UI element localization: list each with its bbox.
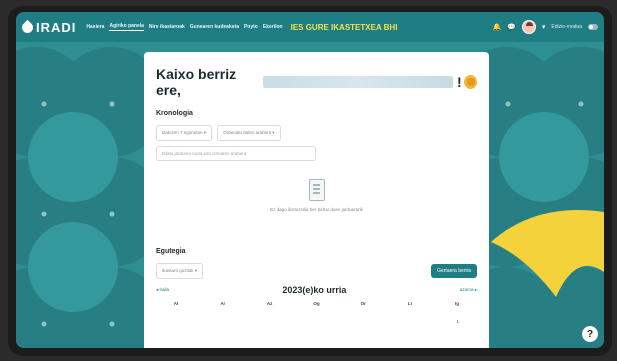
notification-bell-icon[interactable]: 🔔	[492, 23, 501, 31]
nav-item-ekerilon[interactable]: Ekerilon	[263, 24, 283, 30]
school-name[interactable]: IES GURE IKASTETXEA BHI	[291, 23, 398, 32]
user-avatar[interactable]	[521, 20, 536, 34]
device-frame: IRADI Hasiera Agiriko panela Nire ikasta…	[8, 6, 612, 356]
navbar-right: 🔔 💬 ▾ Edizio-modua	[492, 20, 598, 34]
nav-item-poyto[interactable]: Poyto	[244, 24, 258, 30]
weekday-label: Or	[360, 301, 366, 306]
welcome-suffix: !	[457, 74, 462, 90]
timeline-empty-state: Ez dago iksmizenik ber behar duen jardue…	[156, 179, 477, 212]
nav-item-my-courses[interactable]: Nire ikastaroak	[149, 24, 185, 30]
calendar-month-row: ◂ iraila 2023(e)ko urria azaroa ▸	[156, 285, 477, 295]
welcome-prefix: Kaixo berriz ere,	[156, 66, 237, 98]
nav-item-dashboard[interactable]: Agiriko panela	[109, 23, 144, 31]
waving-hand-icon	[463, 75, 477, 89]
weekday-label: Al	[173, 301, 179, 306]
calendar-next-month[interactable]: azaroa ▸	[460, 287, 477, 293]
weekday-label: Og	[313, 301, 320, 306]
weekday-label: Az	[266, 301, 273, 306]
calendar-toolbar: Ikastaro guztiak ▾ Gertaera berria	[156, 263, 477, 279]
new-event-button[interactable]: Gertaera berria	[431, 264, 477, 278]
calendar-day-1[interactable]: 1	[456, 319, 459, 324]
weekday-label: Ig	[454, 301, 459, 306]
nav-item-site-admin[interactable]: Gunearen kudeaketa	[190, 24, 239, 30]
timeline-sort-select[interactable]: Ordenatu daten arabera ▾	[217, 125, 281, 141]
edit-mode-toggle[interactable]	[588, 24, 598, 30]
chevron-down-icon[interactable]: ▾	[542, 23, 546, 31]
empty-list-icon	[308, 179, 325, 201]
logo[interactable]: IRADI	[22, 20, 76, 35]
screen: IRADI Hasiera Agiriko panela Nire ikasta…	[16, 12, 604, 348]
calendar-course-select[interactable]: Ikastaro guztiak ▾	[156, 263, 204, 279]
calendar-title: Egutegia	[156, 248, 186, 255]
timeline-days-select[interactable]: Datozen 7 egunetan ▾	[156, 125, 213, 141]
calendar-weekdays: Al Ar Az Og Or Lr Ig	[156, 301, 477, 306]
weekday-label: Lr	[407, 301, 413, 306]
edit-mode-label: Edizio-modua	[551, 24, 582, 30]
calendar-month-title: 2023(e)ko urria	[282, 285, 347, 295]
logo-icon	[22, 21, 34, 33]
calendar-prev-month[interactable]: ◂ iraila	[156, 287, 169, 293]
welcome-heading: Kaixo berriz ere, !	[156, 66, 477, 98]
logo-text: IRADI	[36, 19, 77, 35]
user-name-redacted	[263, 76, 454, 88]
timeline-filters: Datozen 7 egunetan ▾ Ordenatu daten arab…	[156, 125, 477, 141]
timeline-title: Kronologia	[156, 110, 193, 117]
dashboard-card: Kaixo berriz ere, ! Kronologia Datozen 7…	[144, 52, 489, 348]
timeline-search-input[interactable]: Bilatu jarduera mota edo izenaren araber…	[156, 146, 316, 161]
timeline-empty-text: Ez dago iksmizenik ber behar duen jardue…	[270, 207, 363, 212]
top-navbar: IRADI Hasiera Agiriko panela Nire ikasta…	[16, 12, 604, 42]
nav-item-home[interactable]: Hasiera	[86, 24, 104, 30]
messages-icon[interactable]: 💬	[507, 23, 516, 31]
help-button[interactable]: ?	[582, 326, 598, 342]
weekday-label: Ar	[220, 301, 226, 306]
